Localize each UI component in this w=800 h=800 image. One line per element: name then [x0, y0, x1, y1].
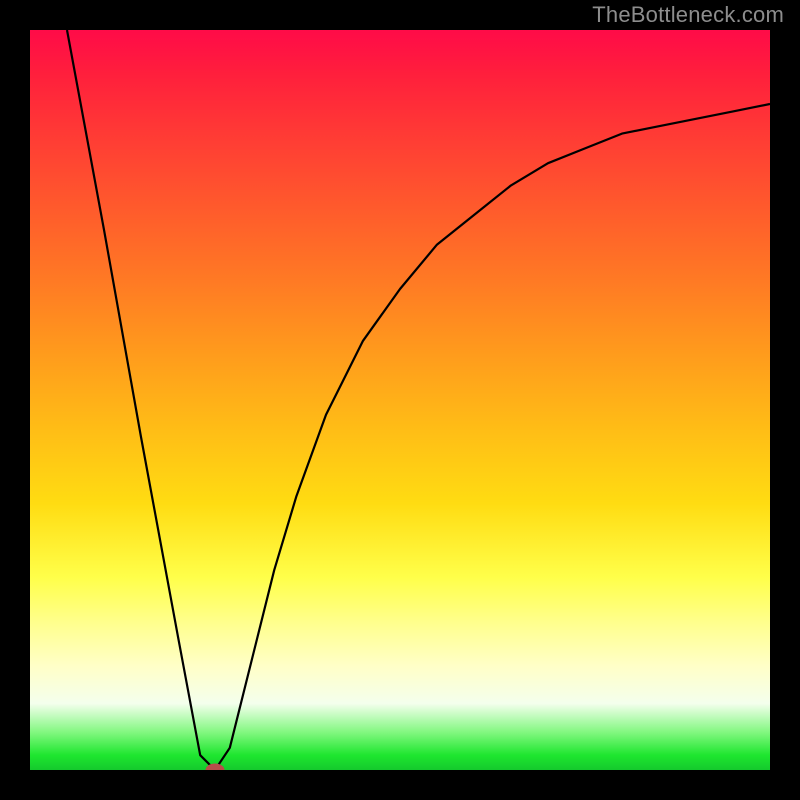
chart-svg: [30, 30, 770, 770]
bottleneck-curve: [67, 30, 770, 770]
chart-frame: TheBottleneck.com: [0, 0, 800, 800]
chart-plot-area: [30, 30, 770, 770]
attribution-label: TheBottleneck.com: [592, 2, 784, 28]
